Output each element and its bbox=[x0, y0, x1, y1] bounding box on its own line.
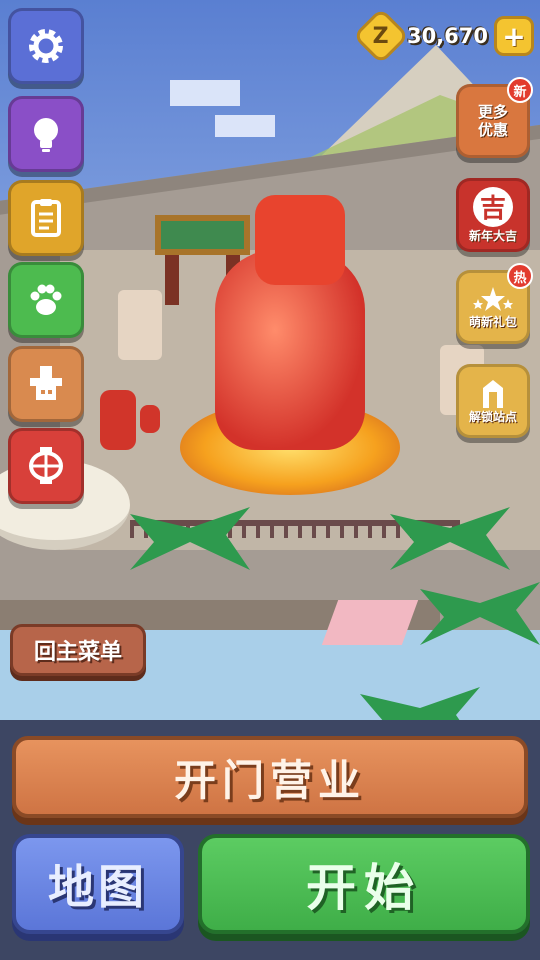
ji-emblem-icon: 吉 bbox=[473, 186, 513, 227]
tips-button[interactable] bbox=[8, 96, 84, 172]
more-offers-label: 更多 优惠 bbox=[477, 103, 508, 139]
unlock-site-label: 解锁站点 bbox=[468, 409, 517, 424]
clipboard-icon bbox=[31, 199, 61, 237]
guardian-statue bbox=[118, 290, 162, 360]
gear-icon bbox=[29, 29, 63, 63]
cloud bbox=[215, 115, 275, 137]
start-button[interactable]: 开始 bbox=[198, 834, 530, 934]
festival-button[interactable] bbox=[8, 428, 84, 504]
settings-button[interactable] bbox=[8, 8, 84, 84]
new-badge: 新 bbox=[507, 77, 533, 103]
coin-icon: Z bbox=[352, 7, 410, 65]
customer-figure bbox=[100, 390, 136, 450]
hot-badge: 热 bbox=[507, 263, 533, 289]
newbie-pack-button[interactable]: 萌新礼包 热 bbox=[456, 263, 533, 344]
stars-icon bbox=[473, 286, 513, 311]
tasks-button[interactable] bbox=[8, 180, 84, 256]
cloud bbox=[170, 80, 240, 106]
building-icon bbox=[483, 379, 503, 408]
more-offers-button[interactable]: 更多 优惠 新 bbox=[456, 77, 533, 158]
pets-button[interactable] bbox=[8, 262, 84, 338]
picnic-table bbox=[321, 600, 419, 645]
coin-counter: Z 30,670 + bbox=[352, 7, 534, 65]
chef-button[interactable] bbox=[8, 346, 84, 422]
new-year-button[interactable]: 吉 新年大吉 bbox=[456, 178, 530, 252]
lantern-icon bbox=[29, 447, 63, 484]
new-year-label: 新年大吉 bbox=[468, 228, 517, 243]
dragon-head bbox=[255, 195, 345, 285]
chef-hat-icon bbox=[30, 366, 62, 400]
unlock-site-button[interactable]: 解锁站点 bbox=[456, 364, 530, 438]
open-business-button[interactable]: 开门营业 bbox=[12, 736, 528, 818]
plus-icon: + bbox=[502, 19, 526, 53]
coin-amount: 30,670 bbox=[406, 24, 488, 48]
newbie-pack-label: 萌新礼包 bbox=[468, 314, 517, 329]
map-button[interactable]: 地图 bbox=[12, 834, 184, 934]
red-lantern bbox=[140, 405, 160, 433]
lightbulb-icon bbox=[34, 118, 58, 152]
add-coins-button[interactable]: + bbox=[494, 16, 534, 56]
paw-icon bbox=[30, 284, 62, 315]
main-menu-button[interactable]: 回主菜单 bbox=[10, 624, 146, 676]
